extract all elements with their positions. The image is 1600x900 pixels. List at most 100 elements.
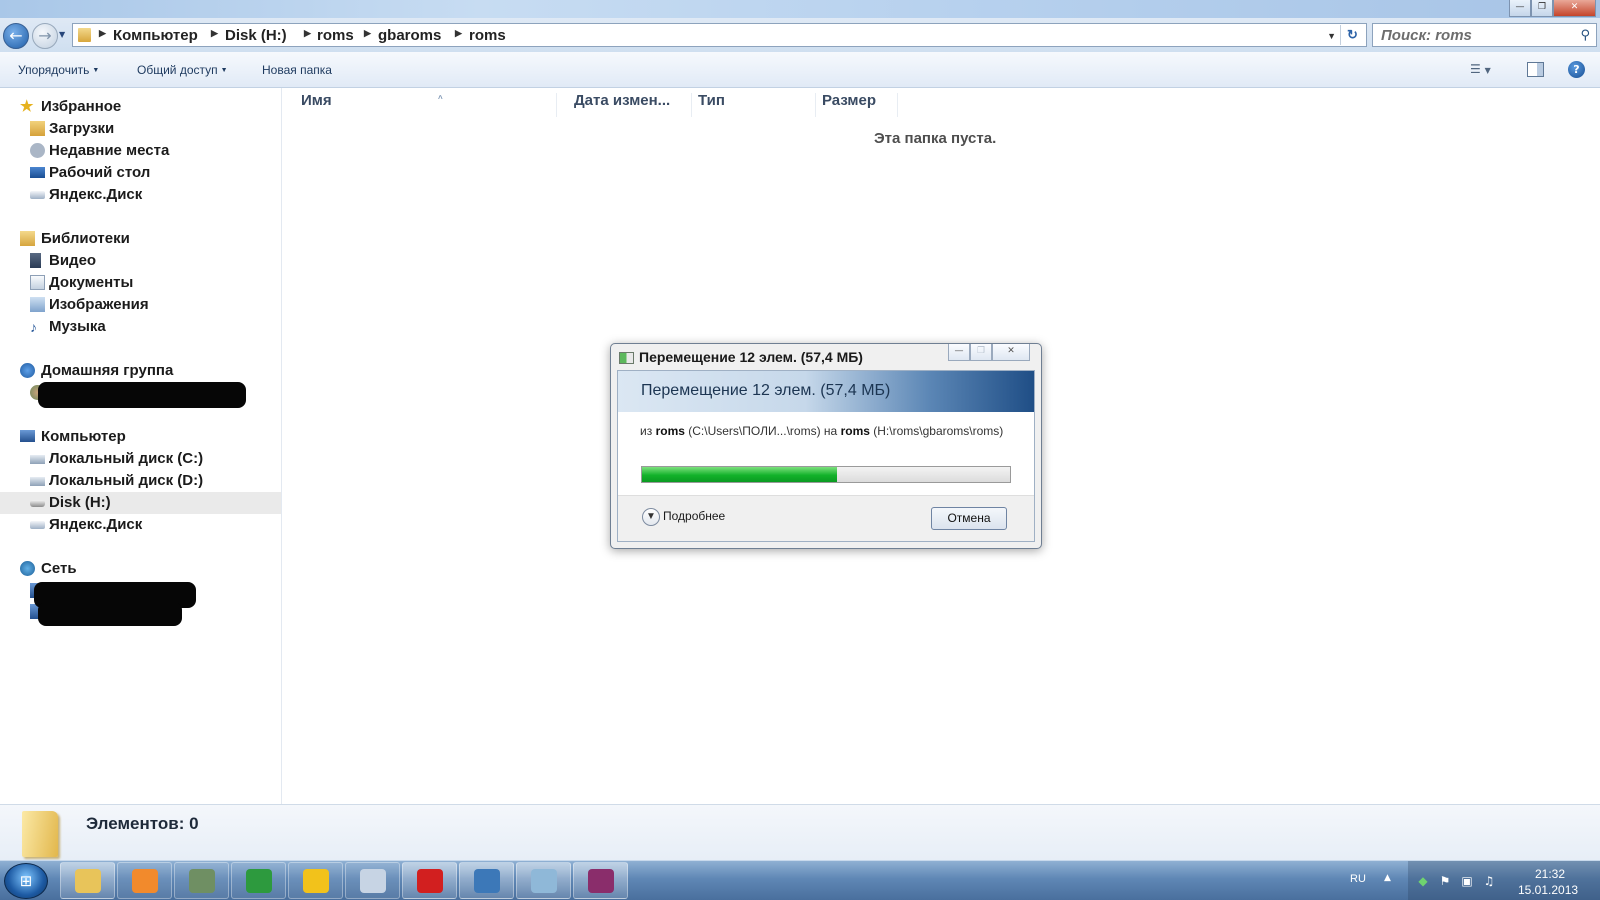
back-button[interactable]: ← <box>3 23 29 49</box>
column-header-type[interactable]: Тип <box>692 93 816 117</box>
nav-item-label: Видео <box>49 252 97 269</box>
nav-item-network-computers[interactable] <box>0 580 281 626</box>
recent-pages-dropdown-icon[interactable]: ▼ <box>59 30 65 39</box>
opera-icon <box>417 869 443 893</box>
nav-item-downloads[interactable]: Загрузки <box>0 118 281 140</box>
redacted-user-name <box>38 382 246 408</box>
v-app-icon <box>303 869 329 893</box>
taskbar-button-monitor[interactable] <box>174 862 229 899</box>
search-input[interactable]: Поиск: roms ⚲ <box>1372 23 1597 47</box>
column-header-name[interactable]: Имя ^ <box>295 93 557 117</box>
breadcrumb-gbaroms[interactable]: gbaroms <box>378 27 441 44</box>
clock-time[interactable]: 21:32 <box>1535 867 1565 881</box>
nav-item-images[interactable]: Изображения <box>0 294 281 316</box>
taskbar-button-copy-progress[interactable] <box>516 862 571 899</box>
column-header-date[interactable]: Дата измен... <box>568 93 692 117</box>
breadcrumb-separator-icon[interactable]: ▶ <box>304 28 311 39</box>
nav-item-label: Изображения <box>49 296 149 313</box>
maximize-button[interactable]: ❐ <box>1531 0 1553 17</box>
breadcrumb-separator-icon[interactable]: ▶ <box>364 28 371 39</box>
taskbar-button-media-player[interactable] <box>117 862 172 899</box>
forward-button[interactable]: → <box>32 23 58 49</box>
nav-item-label: Музыка <box>49 318 106 335</box>
local-disk-icon <box>30 477 45 486</box>
clock-date[interactable]: 15.01.2013 <box>1518 883 1578 897</box>
local-disk-icon <box>30 455 45 464</box>
nav-item-local-disk-c[interactable]: Локальный диск (C:) <box>0 448 281 470</box>
share-button[interactable]: Общий доступ ▼ <box>137 63 228 77</box>
chevron-down-icon: ▼ <box>642 508 660 526</box>
network-status-icon[interactable]: ◆ <box>1416 874 1430 888</box>
nav-item-recent-places[interactable]: Недавние места <box>0 140 281 162</box>
nav-item-homegroup-user[interactable] <box>0 382 281 408</box>
organize-button[interactable]: Упорядочить ▼ <box>18 63 99 77</box>
language-indicator[interactable]: RU <box>1350 873 1366 885</box>
address-history-dropdown-icon[interactable]: ▼ <box>1327 31 1336 41</box>
homegroup-icon <box>20 363 35 378</box>
nav-libraries[interactable]: Библиотеки <box>0 228 281 250</box>
minimize-button[interactable]: — <box>1509 0 1531 17</box>
address-bar[interactable]: ▶ Компьютер ▶ Disk (H:) ▶ roms ▶ gbaroms… <box>72 23 1367 47</box>
nav-item-label: Загрузки <box>49 120 115 137</box>
nav-favorites[interactable]: ★ Избранное <box>0 96 281 118</box>
nav-network[interactable]: Сеть <box>0 558 281 580</box>
breadcrumb-roms-current[interactable]: roms <box>469 27 506 44</box>
volume-icon[interactable]: ♫ <box>1482 874 1496 888</box>
start-button[interactable]: ⊞ <box>4 863 48 899</box>
breadcrumb-separator-icon[interactable]: ▶ <box>455 28 462 39</box>
star-icon: ★ <box>20 98 34 115</box>
column-header-size[interactable]: Размер <box>816 93 898 117</box>
nav-item-desktop[interactable]: Рабочий стол <box>0 162 281 184</box>
nav-item-documents[interactable]: Документы <box>0 272 281 294</box>
nav-item-label: Яндекс.Диск <box>49 516 143 533</box>
show-hidden-icons-icon[interactable]: ▲ <box>1384 873 1391 883</box>
share-label: Общий доступ <box>137 63 218 77</box>
nav-item-disk-h[interactable]: Disk (H:) <box>0 492 281 514</box>
cancel-button[interactable]: Отмена <box>931 507 1007 530</box>
taskbar-button-opera[interactable] <box>402 862 457 899</box>
taskbar-button-v-app[interactable] <box>288 862 343 899</box>
network-connection-icon[interactable]: ▣ <box>1460 874 1474 888</box>
dialog-minimize-button[interactable]: — <box>948 344 970 361</box>
taskbar-button-winrar[interactable] <box>573 862 628 899</box>
folder-icon <box>22 811 58 857</box>
nav-item-label: Яндекс.Диск <box>49 186 143 203</box>
source-folder-link[interactable]: roms <box>656 424 685 438</box>
refresh-icon[interactable]: ↻ <box>1340 25 1364 45</box>
close-button[interactable]: ✕ <box>1553 0 1596 17</box>
details-view-icon: ☰ <box>1470 62 1481 76</box>
dialog-close-button[interactable]: ✕ <box>992 344 1030 361</box>
breadcrumb-separator-icon[interactable]: ▶ <box>99 28 106 39</box>
breadcrumb-disk-h[interactable]: Disk (H:) <box>225 27 287 44</box>
nav-computer[interactable]: Компьютер <box>0 426 281 448</box>
nav-item-yandex-disk[interactable]: Яндекс.Диск <box>0 184 281 206</box>
breadcrumb-computer[interactable]: Компьютер <box>113 27 198 44</box>
nav-item-music[interactable]: ♪ Музыка <box>0 316 281 338</box>
more-details-label: Подробнее <box>663 509 726 524</box>
breadcrumb-roms[interactable]: roms <box>317 27 354 44</box>
action-center-flag-icon[interactable]: ⚑ <box>1438 874 1452 888</box>
view-options-button[interactable]: ☰ ▼ <box>1470 62 1508 78</box>
explorer-icon <box>75 869 101 893</box>
breadcrumb-separator-icon[interactable]: ▶ <box>211 28 218 39</box>
computer-icon <box>20 430 35 442</box>
taskbar-button-calculator[interactable] <box>345 862 400 899</box>
nav-item-yandex-disk-computer[interactable]: Яндекс.Диск <box>0 514 281 536</box>
new-folder-button[interactable]: Новая папка <box>262 63 332 77</box>
column-header-label: Имя <box>301 92 332 109</box>
taskbar-button-explorer[interactable] <box>60 862 115 899</box>
nav-item-local-disk-d[interactable]: Локальный диск (D:) <box>0 470 281 492</box>
nav-item-video[interactable]: Видео <box>0 250 281 272</box>
progress-bar-fill <box>642 467 838 482</box>
help-icon[interactable]: ? <box>1568 61 1585 78</box>
preview-pane-icon[interactable] <box>1527 62 1544 77</box>
taskbar-button-chrome[interactable] <box>231 862 286 899</box>
search-icon[interactable]: ⚲ <box>1580 28 1590 43</box>
nav-homegroup[interactable]: Домашняя группа <box>0 360 281 382</box>
destination-folder-link[interactable]: roms <box>841 424 870 438</box>
taskbar-button-image-viewer[interactable] <box>459 862 514 899</box>
nav-item-label: Недавние места <box>49 142 170 159</box>
more-details-toggle[interactable]: ▼ Подробнее <box>642 508 725 526</box>
removable-disk-icon <box>30 500 45 507</box>
folder-icon <box>78 28 91 42</box>
